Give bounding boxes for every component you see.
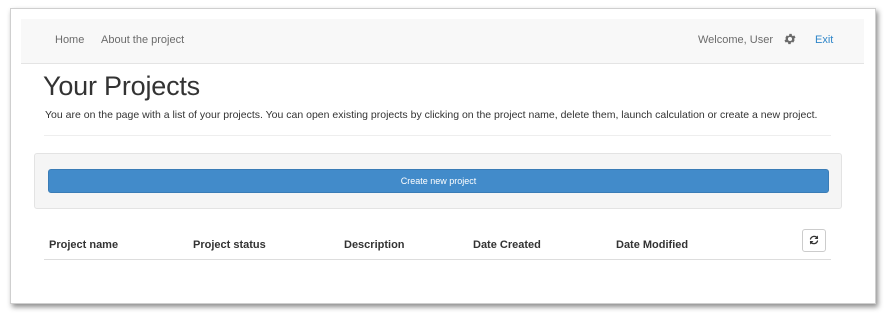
column-header-date-created[interactable]: Date Created (473, 239, 541, 251)
top-navbar: Home About the project Welcome, User Exi… (21, 19, 864, 64)
column-header-project-status[interactable]: Project status (193, 239, 266, 251)
page-title: Your Projects (43, 71, 200, 101)
nav-home-link[interactable]: Home (55, 34, 84, 46)
nav-about-link[interactable]: About the project (101, 34, 184, 46)
divider (44, 135, 831, 136)
column-header-description[interactable]: Description (344, 239, 405, 251)
column-header-project-name[interactable]: Project name (49, 239, 118, 251)
app-window: Home About the project Welcome, User Exi… (10, 8, 876, 304)
create-project-button[interactable]: Create new project (48, 169, 829, 193)
refresh-icon (809, 235, 819, 245)
refresh-button[interactable] (802, 229, 826, 252)
gear-icon[interactable] (783, 32, 797, 46)
projects-table-header: Project name Project status Description … (44, 229, 831, 260)
actions-well: Create new project (34, 153, 842, 209)
welcome-text: Welcome, User (698, 34, 773, 46)
column-header-date-modified[interactable]: Date Modified (616, 239, 688, 251)
page-description: You are on the page with a list of your … (45, 109, 818, 121)
exit-link[interactable]: Exit (815, 34, 833, 46)
